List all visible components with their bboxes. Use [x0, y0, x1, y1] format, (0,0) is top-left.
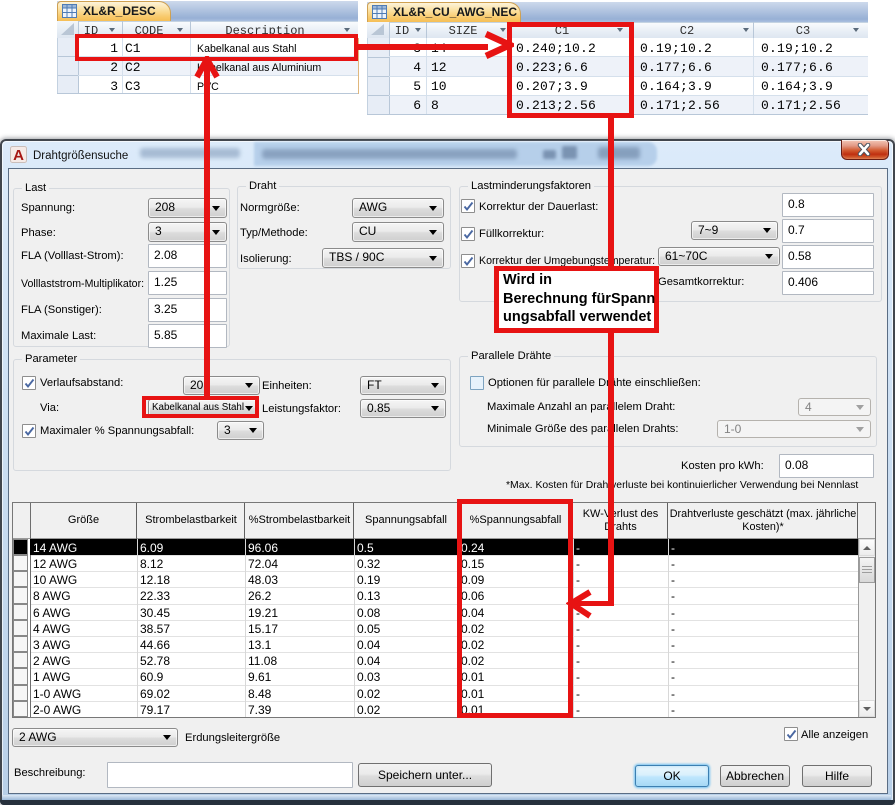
svg-text:A: A — [13, 147, 24, 163]
